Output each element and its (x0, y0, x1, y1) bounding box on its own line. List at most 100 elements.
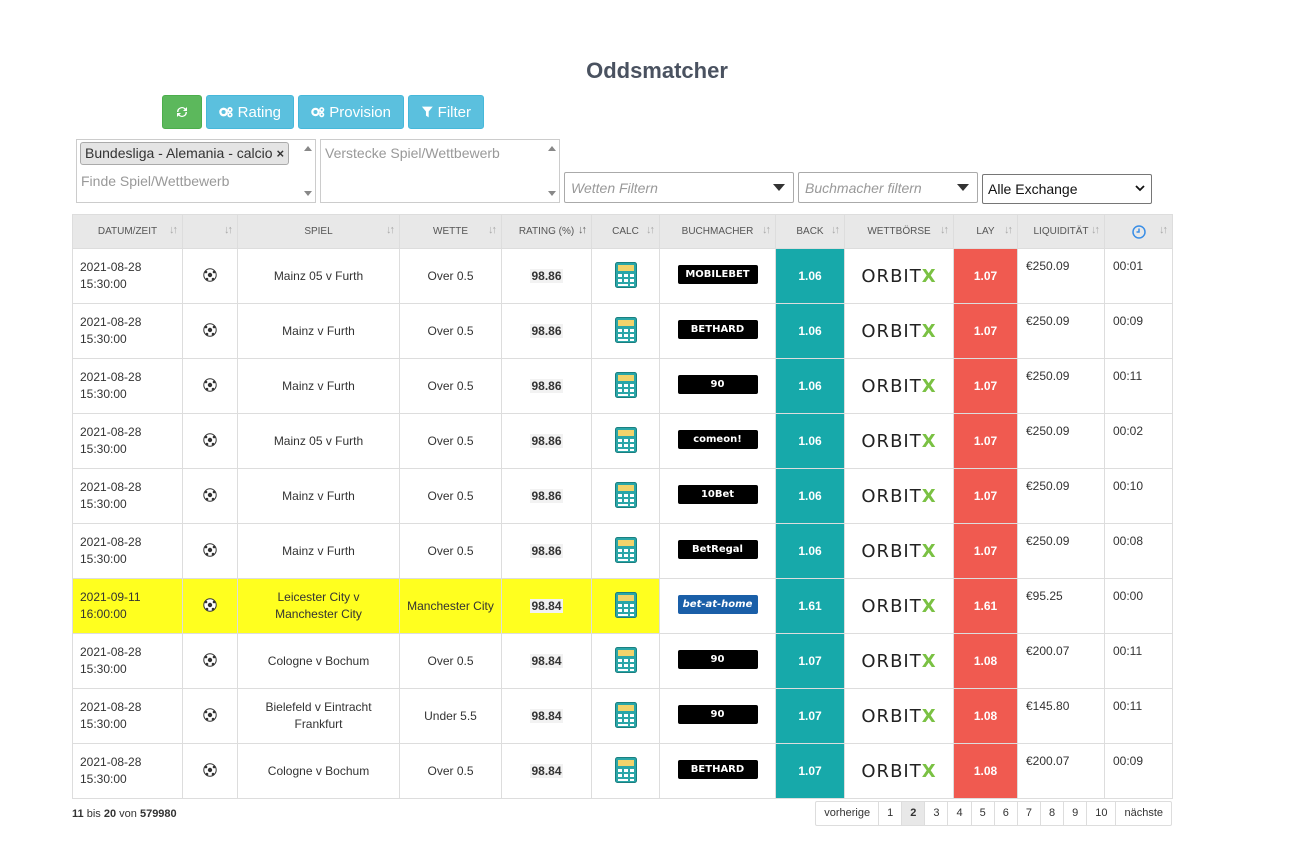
bookmaker-cell: 90 (659, 688, 776, 744)
bookmaker-logo[interactable]: BETHARD (677, 320, 758, 339)
bookmaker-cell: comeon! (659, 413, 776, 469)
refresh-button[interactable] (162, 95, 202, 129)
exchange-logo-b: X (921, 760, 937, 782)
calculator-icon[interactable] (614, 371, 637, 398)
scroll-down-icon[interactable] (304, 191, 312, 196)
exchange-logo[interactable]: ORBITX (861, 541, 936, 562)
page-link[interactable]: 6 (993, 802, 1017, 825)
scroll-up-icon[interactable] (304, 146, 312, 151)
calculator-icon[interactable] (614, 426, 637, 453)
exchange-logo[interactable]: ORBITX (861, 376, 936, 397)
exchange-logo[interactable]: ORBITX (861, 651, 936, 672)
date: 2021-08-28 (80, 700, 142, 714)
provision-button[interactable]: Provision (298, 95, 404, 129)
hide-game-input[interactable]: Verstecke Spiel/Wettbewerb (325, 145, 500, 161)
bookmaker-logo[interactable]: BETHARD (677, 760, 758, 779)
page-link[interactable]: 5 (970, 802, 994, 825)
calculator-icon[interactable] (614, 701, 637, 728)
page-link[interactable]: 9 (1063, 802, 1086, 825)
sort-desc-icon[interactable]: ↓↑ (578, 224, 587, 236)
page-link[interactable]: 8 (1039, 802, 1063, 825)
calculator-icon[interactable] (614, 536, 637, 563)
lay-odds-cell: 1.07 (953, 523, 1018, 579)
rating-cell: 98.86 (501, 413, 592, 469)
bookmaker-logo[interactable]: 90 (677, 650, 758, 669)
col-datum[interactable]: DATUM/ZEIT ↓↑ (72, 214, 183, 249)
bookmaker-logo[interactable]: bet-at-home (677, 595, 758, 614)
page-link[interactable]: 3 (924, 802, 947, 825)
bookmaker-logo[interactable]: 90 (677, 705, 758, 724)
time: 16:00:00 (80, 607, 127, 621)
sort-icon[interactable]: ↓↑ (762, 224, 771, 236)
scroll-down-icon[interactable] (548, 191, 556, 196)
page-link[interactable]: 2 (901, 802, 925, 825)
col-sport[interactable]: ↓↑ (182, 214, 238, 249)
col-liquiditaet[interactable]: LIQUIDITÄT ↓↑ (1017, 214, 1105, 249)
page-link[interactable]: vorherige (816, 802, 878, 825)
scrollbar[interactable] (301, 140, 315, 202)
exchange-logo[interactable]: ORBITX (861, 761, 936, 782)
sport-cell (182, 743, 238, 799)
sort-icon[interactable]: ↓↑ (940, 224, 949, 236)
bookmaker-logo[interactable]: BetRegal (677, 540, 758, 559)
page-link[interactable]: 4 (947, 802, 970, 825)
bookmaker-filter-select[interactable]: Buchmacher filtern (798, 172, 978, 203)
bet-filter-select[interactable]: Wetten Filtern (564, 172, 794, 203)
exchange-logo[interactable]: ORBITX (861, 321, 936, 342)
col-label: WETTE (433, 226, 468, 237)
exchange-logo[interactable]: ORBITX (861, 596, 936, 617)
calculator-icon[interactable] (614, 646, 637, 673)
remove-tag-icon[interactable]: × (277, 146, 285, 161)
rating-cell: 98.86 (501, 523, 592, 579)
rating-button[interactable]: Rating (206, 95, 294, 129)
sort-icon[interactable]: ↓↑ (1004, 224, 1013, 236)
calculator-icon[interactable] (614, 316, 637, 343)
scroll-up-icon[interactable] (548, 146, 556, 151)
sort-icon[interactable]: ↓↑ (831, 224, 840, 236)
exchange-select[interactable]: Alle Exchange (982, 174, 1152, 204)
calculator-icon[interactable] (614, 481, 637, 508)
exchange-logo[interactable]: ORBITX (861, 706, 936, 727)
find-game-input[interactable]: Finde Spiel/Wettbewerb (81, 173, 229, 189)
exchange-logo[interactable]: ORBITX (861, 266, 936, 287)
col-lay[interactable]: LAY ↓↑ (953, 214, 1018, 249)
sort-icon[interactable]: ↓↑ (488, 224, 497, 236)
col-calc[interactable]: CALC ↓↑ (591, 214, 660, 249)
sort-icon[interactable]: ↓↑ (1091, 224, 1100, 236)
calculator-icon[interactable] (614, 756, 637, 783)
col-spiel[interactable]: SPIEL ↓↑ (237, 214, 400, 249)
sort-icon[interactable]: ↓↑ (1159, 224, 1168, 236)
date-cell: 2021-08-28 15:30:00 (72, 468, 183, 524)
sort-icon[interactable]: ↓↑ (224, 224, 233, 236)
page-link[interactable]: 7 (1016, 802, 1040, 825)
bookmaker-logo[interactable]: comeon! (677, 430, 758, 449)
scrollbar[interactable] (545, 140, 559, 202)
bookmaker-logo[interactable]: MOBILEBET (677, 265, 758, 284)
col-buchmacher[interactable]: BUCHMACHER ↓↑ (659, 214, 776, 249)
page-link[interactable]: 10 (1086, 802, 1115, 825)
table-row: 2021-09-11 16:00:00 Leicester City v Manch… (72, 578, 1173, 634)
page-link[interactable]: 1 (878, 802, 901, 825)
date: 2021-08-28 (80, 370, 142, 384)
calculator-icon[interactable] (614, 591, 637, 618)
lay-odds-cell: 1.08 (953, 688, 1018, 744)
col-rating[interactable]: RATING (%) ↓↑ (501, 214, 592, 249)
page-link[interactable]: nächste (1115, 802, 1171, 825)
bookmaker-logo[interactable]: 10Bet (677, 485, 758, 504)
sort-icon[interactable]: ↓↑ (169, 224, 178, 236)
exchange-logo[interactable]: ORBITX (861, 486, 936, 507)
filter-button[interactable]: Filter (408, 95, 484, 129)
col-wette[interactable]: WETTE ↓↑ (399, 214, 502, 249)
competition-filter[interactable]: Bundesliga - Alemania - calcio × Finde Sp… (76, 139, 316, 203)
sort-icon[interactable]: ↓↑ (386, 224, 395, 236)
col-back[interactable]: BACK ↓↑ (775, 214, 845, 249)
calculator-icon[interactable] (614, 261, 637, 288)
col-wettboerse[interactable]: WETTBÖRSE ↓↑ (844, 214, 954, 249)
exchange-logo[interactable]: ORBITX (861, 431, 936, 452)
bookmaker-logo[interactable]: 90 (677, 375, 758, 394)
col-clock[interactable]: ↓↑ (1104, 214, 1173, 249)
sort-icon[interactable]: ↓↑ (646, 224, 655, 236)
bookmaker-cell: BETHARD (659, 303, 776, 359)
calc-cell (591, 468, 660, 524)
hide-game-filter[interactable]: Verstecke Spiel/Wettbewerb (320, 139, 560, 203)
